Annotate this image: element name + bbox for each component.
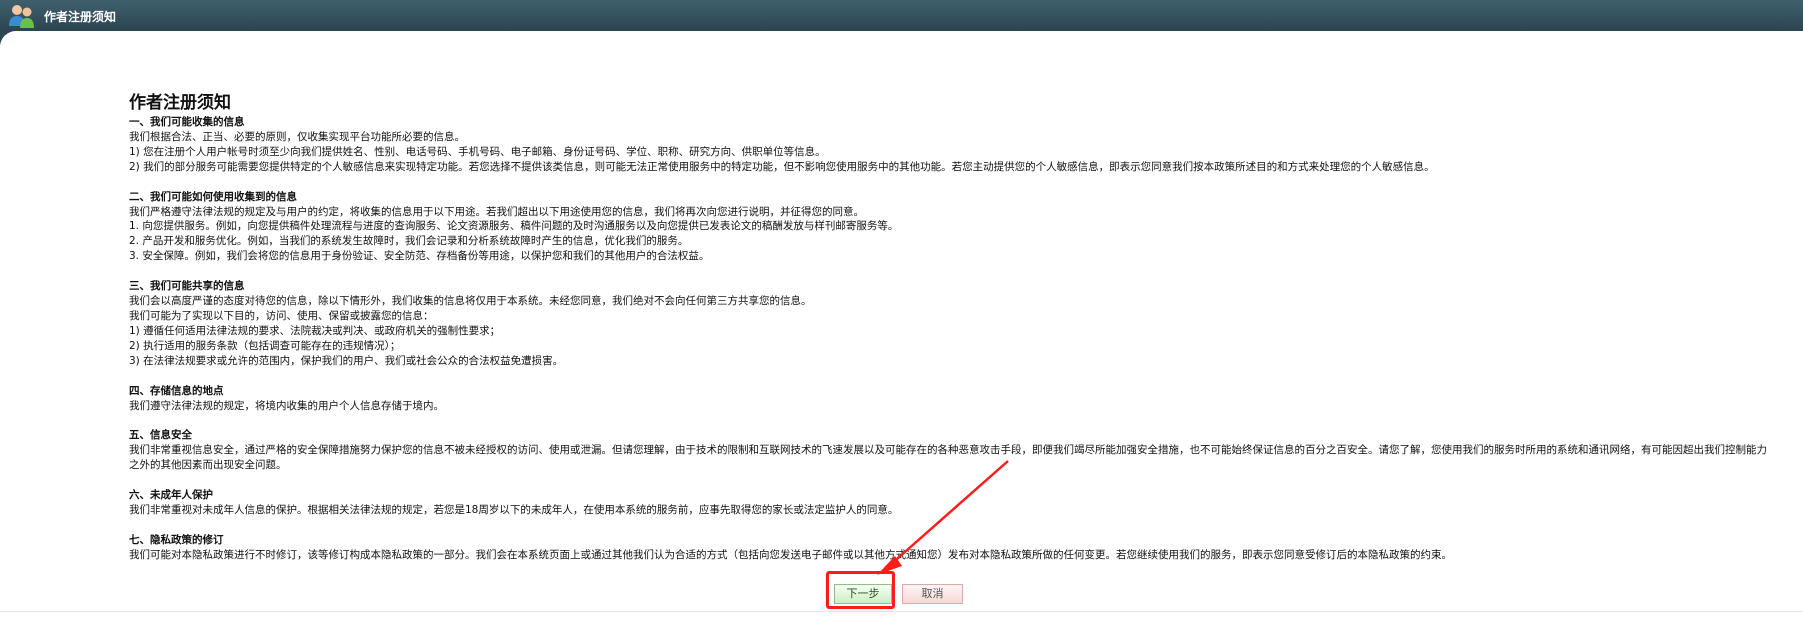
policy-section: 六、未成年人保护我们非常重视对未成年人信息的保护。根据相关法律法规的规定，若您是… [129,488,1769,518]
policy-section: 五、信息安全我们非常重视信息安全，通过严格的安全保障措施努力保护您的信息不被未经… [129,428,1769,473]
policy-section: 二、我们可能如何使用收集到的信息我们严格遵守法律法规的规定及与用户的约定，将收集… [129,190,1769,265]
section-line: 3. 安全保障。例如，我们会将您的信息用于身份验证、安全防范、存档备份等用途，以… [129,250,710,263]
section-heading: 七、隐私政策的修订 [129,533,224,546]
section-heading: 三、我们可能共享的信息 [129,280,245,293]
window-titlebar: 作者注册须知 [0,0,1803,31]
section-line: 我们可能对本隐私政策进行不时修订，该等修订构成本隐私政策的一部分。我们会在本系统… [129,548,1452,561]
section-line: 我们非常重视对未成年人信息的保护。根据相关法律法规的规定，若您是18周岁以下的未… [129,504,899,517]
notice-content: 作者注册须知 一、我们可能收集的信息我们根据合法、正当、必要的原则，仅收集实现平… [129,92,1769,578]
section-line: 2) 我们的部分服务可能需要您提供特定的个人敏感信息来实现特定功能。若您选择不提… [129,160,1435,173]
section-line: 我们会以高度严谨的态度对待您的信息，除以下情形外，我们收集的信息将仅用于本系统。… [129,295,812,308]
section-line: 2) 执行适用的服务条款（包括调查可能存在的违规情况）； [129,339,401,352]
section-line: 1) 您在注册个人用户帐号时须至少向我们提供姓名、性别、电话号码、手机号码、电子… [129,145,826,158]
policy-section: 三、我们可能共享的信息我们会以高度严谨的态度对待您的信息，除以下情形外，我们收集… [129,279,1769,368]
sections-container: 一、我们可能收集的信息我们根据合法、正当、必要的原则，仅收集实现平台功能所必要的… [129,115,1769,563]
section-line: 3) 在法律法规要求或允许的范围内，保护我们的用户、我们或社会公众的合法权益免遭… [129,354,564,367]
section-line: 1) 遵循任何适用法律法规的要求、法院裁决或判决、或政府机关的强制性要求； [129,324,501,337]
section-heading: 二、我们可能如何使用收集到的信息 [129,190,297,203]
section-line: 我们严格遵守法律法规的规定及与用户的约定，将收集的信息用于以下用途。若我们超出以… [129,205,864,218]
policy-section: 四、存储信息的地点我们遵守法律法规的规定，将境内收集的用户个人信息存储于境内。 [129,384,1769,414]
section-line: 我们非常重视信息安全，通过严格的安全保障措施努力保护您的信息不被未经授权的访问、… [129,444,1767,472]
frame-corner [0,31,22,47]
section-heading: 五、信息安全 [129,429,192,442]
users-icon [9,5,34,28]
policy-section: 一、我们可能收集的信息我们根据合法、正当、必要的原则，仅收集实现平台功能所必要的… [129,115,1769,175]
section-line: 我们根据合法、正当、必要的原则，仅收集实现平台功能所必要的信息。 [129,130,465,143]
section-line: 我们可能为了实现以下目的，访问、使用、保留或披露您的信息： [129,309,434,322]
highlight-box [826,571,895,609]
bottom-divider [0,611,1803,612]
section-heading: 四、存储信息的地点 [129,384,224,397]
section-line: 2. 产品开发和服务优化。例如，当我们的系统发生故障时，我们会记录和分析系统故障… [129,235,689,248]
cancel-button[interactable]: 取消 [902,584,963,604]
section-line: 1. 向您提供服务。例如，向您提供稿件处理流程与进度的查询服务、论文资源服务、稿… [129,220,899,233]
window-title: 作者注册须知 [44,10,117,24]
section-heading: 六、未成年人保护 [129,489,213,502]
policy-section: 七、隐私政策的修订我们可能对本隐私政策进行不时修订，该等修订构成本隐私政策的一部… [129,533,1769,563]
section-line: 我们遵守法律法规的规定，将境内收集的用户个人信息存储于境内。 [129,399,444,412]
page-title: 作者注册须知 [129,93,231,113]
section-heading: 一、我们可能收集的信息 [129,116,245,128]
